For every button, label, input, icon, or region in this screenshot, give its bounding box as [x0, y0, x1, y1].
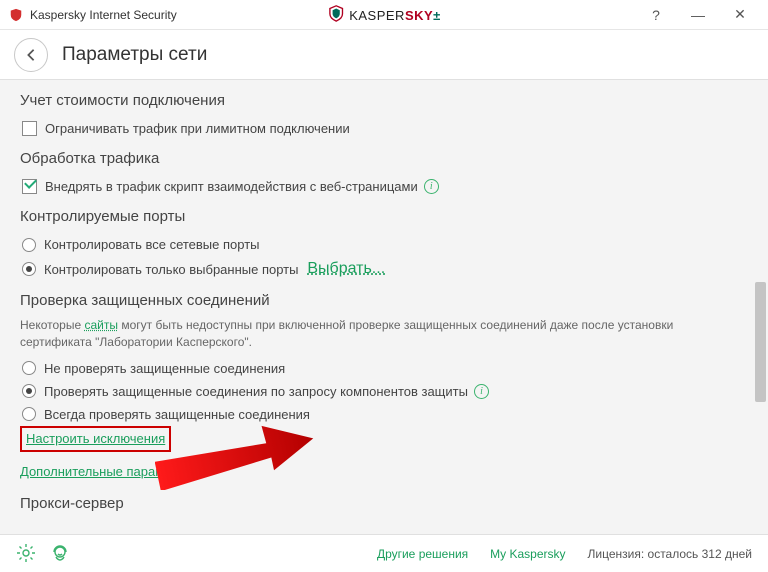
secure-always-radio[interactable]	[22, 407, 36, 421]
ports-all-radio[interactable]	[22, 238, 36, 252]
section-traffic-title: Обработка трафика	[20, 150, 748, 167]
brand-wordmark-b: SKY	[405, 8, 433, 23]
window-title: Kaspersky Internet Security	[30, 8, 177, 22]
footer: Другие решения My Kaspersky Лицензия: ос…	[0, 536, 768, 572]
highlight-box: Настроить исключения	[20, 426, 171, 452]
page-header: Параметры сети	[0, 30, 768, 80]
secure-none-label: Не проверять защищенные соединения	[44, 361, 285, 376]
section-cost-title: Учет стоимости подключения	[20, 92, 748, 109]
secure-always-label: Всегда проверять защищенные соединения	[44, 407, 310, 422]
section-ports-title: Контролируемые порты	[20, 208, 748, 225]
sites-link[interactable]: сайты	[84, 318, 118, 332]
scrollbar-thumb[interactable]	[755, 282, 766, 402]
secure-request-label: Проверять защищенные соединения по запро…	[44, 384, 468, 399]
info-icon[interactable]: i	[474, 384, 489, 399]
minimize-button[interactable]: ―	[688, 5, 708, 25]
settings-gear-icon[interactable]	[16, 543, 38, 565]
content-panel: Учет стоимости подключения Ограничивать …	[0, 80, 768, 535]
section-secure-title: Проверка защищенных соединений	[20, 292, 748, 309]
back-button[interactable]	[14, 38, 48, 72]
select-ports-link[interactable]: Выбрать...	[307, 260, 385, 278]
kaspersky-logo-icon	[327, 4, 345, 27]
license-status[interactable]: Лицензия: осталось 312 дней	[588, 547, 752, 561]
inject-script-checkbox[interactable]	[22, 179, 37, 194]
brand-logo: KASPERSKY±	[327, 4, 441, 27]
limit-traffic-checkbox[interactable]	[22, 121, 37, 136]
app-icon	[8, 7, 24, 23]
help-button[interactable]: ?	[646, 5, 666, 25]
ports-all-label: Контролировать все сетевые порты	[44, 237, 260, 252]
brand-symbol: ±	[433, 8, 441, 23]
ports-selected-label: Контролировать только выбранные порты	[44, 262, 298, 277]
page-title: Параметры сети	[62, 44, 207, 66]
secure-none-radio[interactable]	[22, 361, 36, 375]
my-kaspersky-link[interactable]: My Kaspersky	[490, 547, 565, 561]
inject-script-label: Внедрять в трафик скрипт взаимодействия …	[45, 179, 418, 194]
secure-request-radio[interactable]	[22, 384, 36, 398]
window-header: Kaspersky Internet Security KASPERSKY± ?…	[0, 0, 768, 30]
additional-params-link[interactable]: Дополнительные параметры	[20, 464, 748, 479]
secure-description: Некоторые сайты могут быть недоступны пр…	[20, 317, 748, 351]
section-proxy-title: Прокси-сервер	[20, 495, 748, 512]
close-button[interactable]: ✕	[730, 5, 750, 25]
ports-selected-radio[interactable]	[22, 262, 36, 276]
info-icon[interactable]: i	[424, 179, 439, 194]
brand-wordmark-a: KASPER	[349, 8, 405, 23]
limit-traffic-label: Ограничивать трафик при лимитном подключ…	[45, 121, 350, 136]
configure-exclusions-link[interactable]: Настроить исключения	[26, 431, 165, 446]
scrollbar[interactable]	[755, 82, 766, 522]
support-icon[interactable]	[50, 543, 72, 565]
other-solutions-link[interactable]: Другие решения	[377, 547, 468, 561]
